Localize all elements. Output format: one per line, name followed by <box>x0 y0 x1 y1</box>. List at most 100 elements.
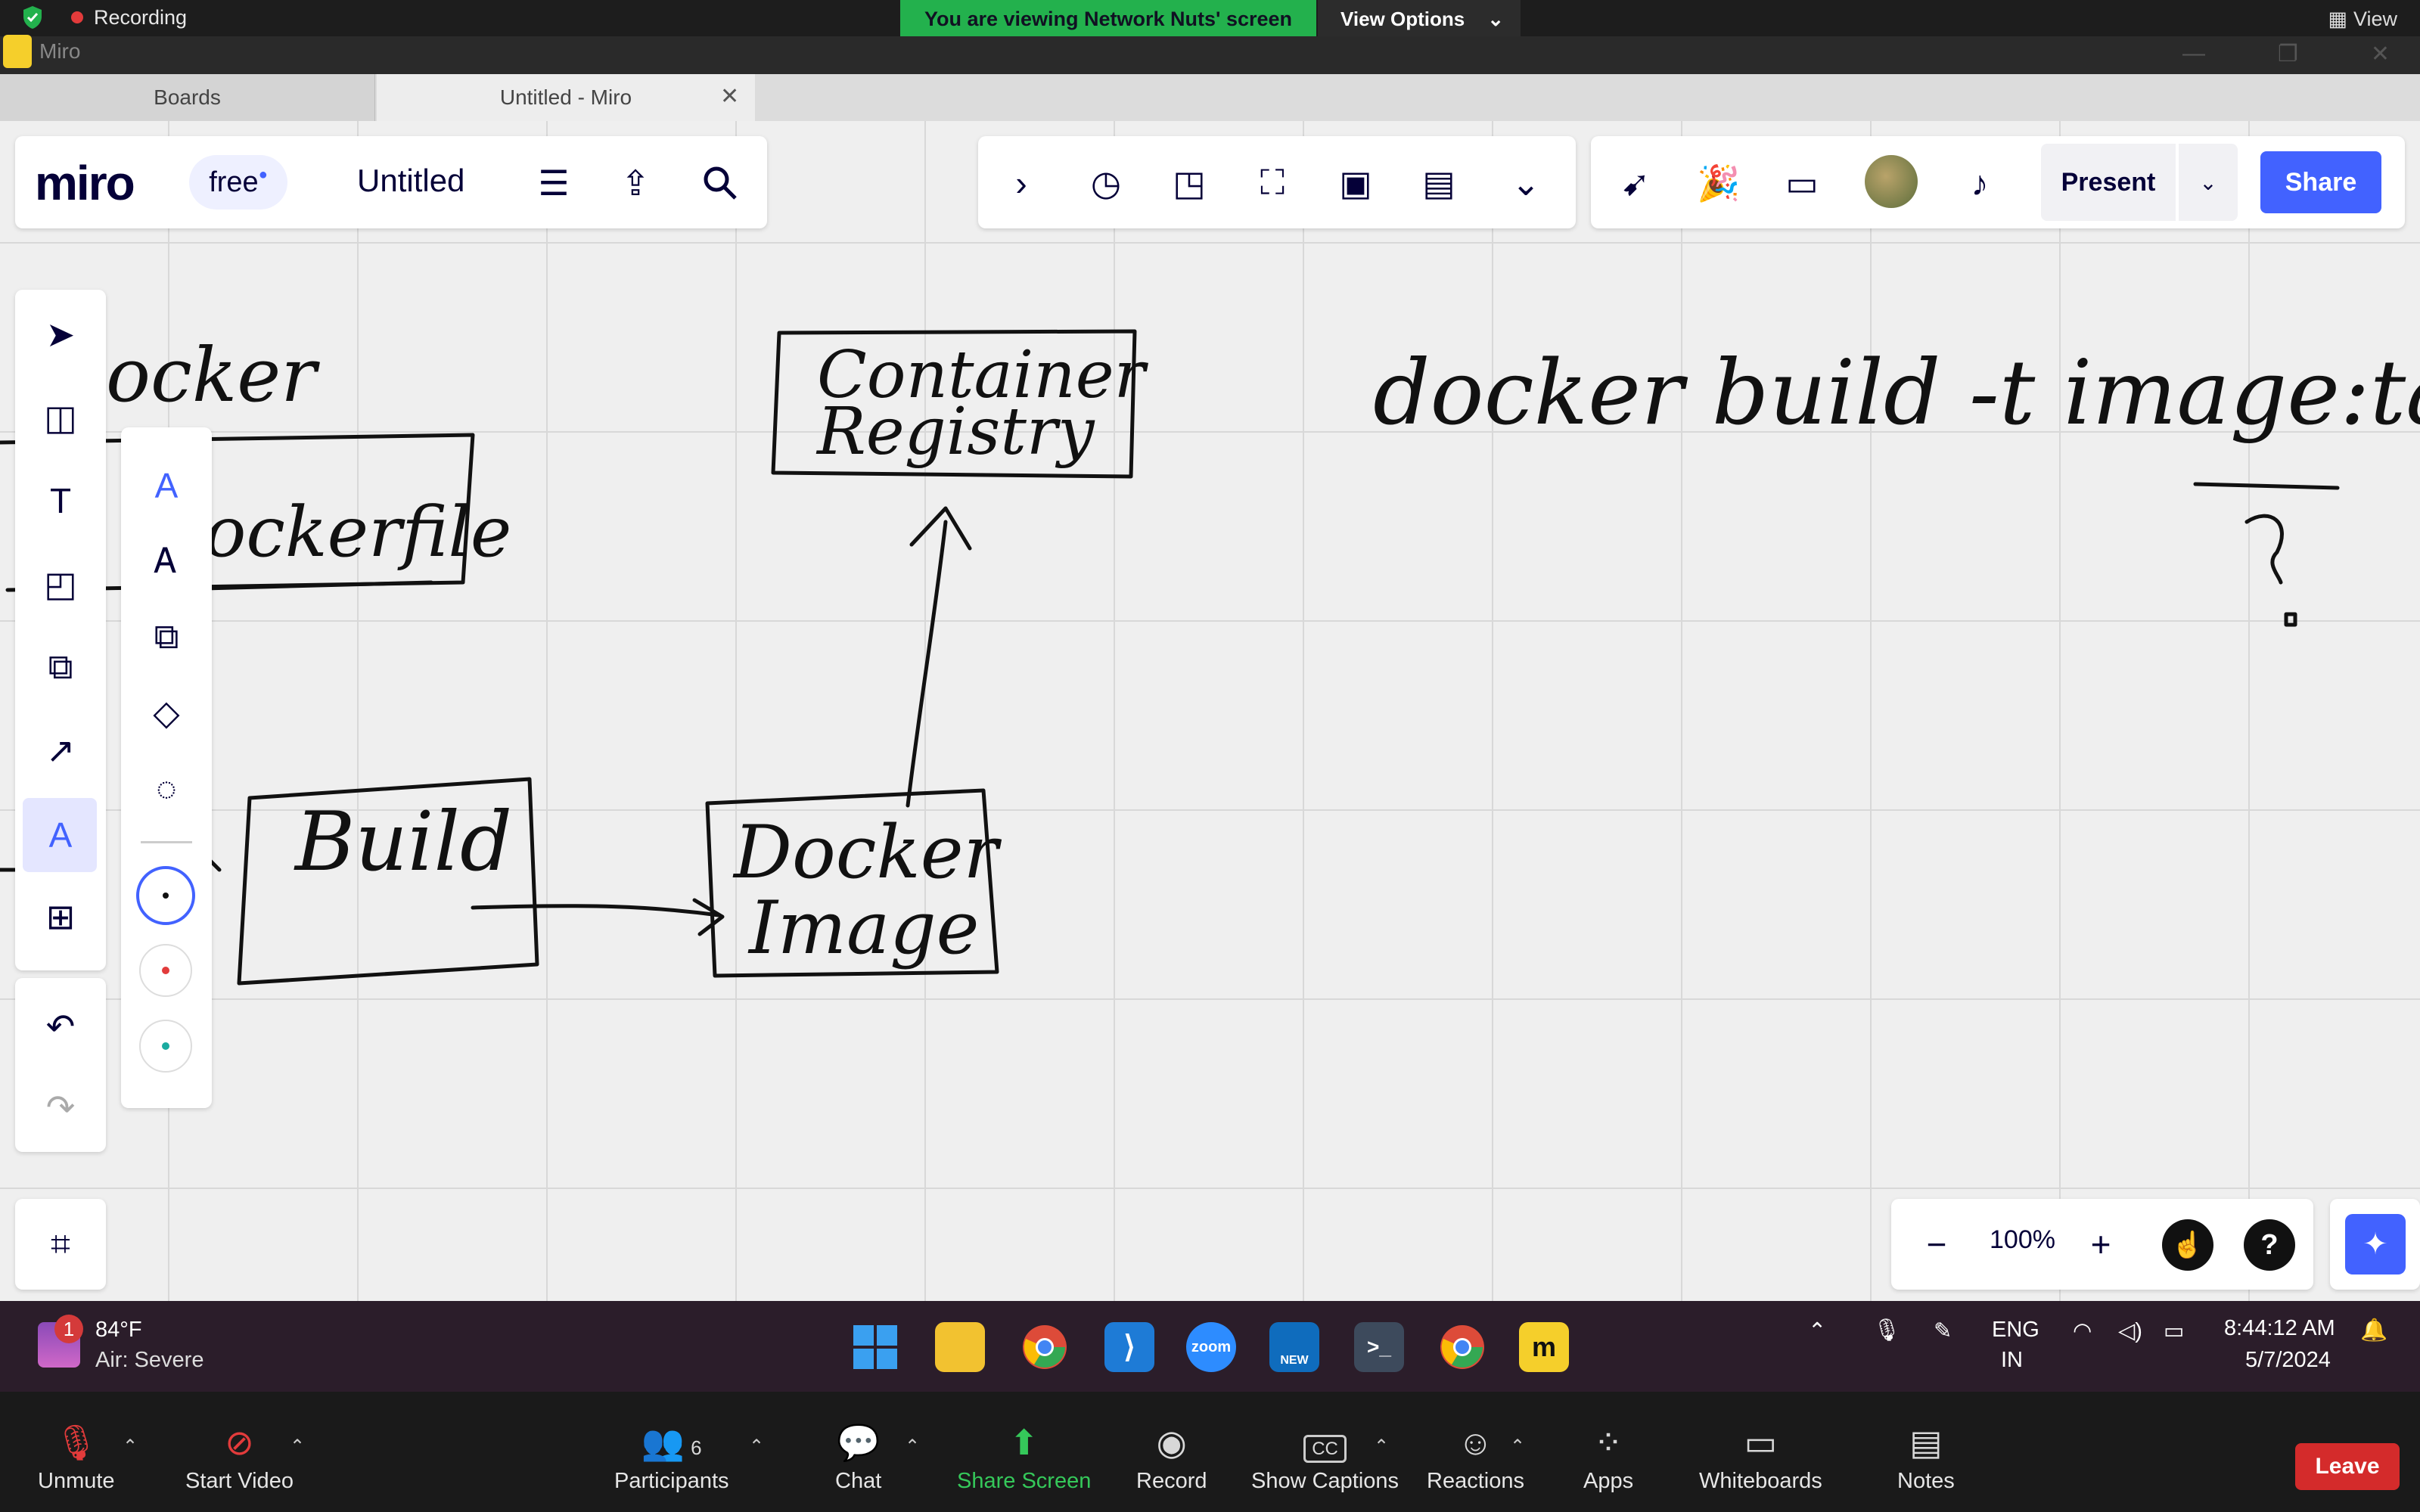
shapes-icon[interactable]: ⧉ <box>36 643 85 691</box>
share-screen-label: Share Screen <box>957 1469 1092 1493</box>
miro-taskbar-icon[interactable]: m <box>1519 1322 1569 1372</box>
share-button[interactable]: Share <box>2260 151 2381 213</box>
air-quality[interactable]: Air: Severe <box>95 1348 203 1373</box>
undo-icon[interactable]: ↶ <box>36 1002 85 1051</box>
board-title[interactable]: Untitled <box>357 163 464 199</box>
participants-icon: 👥 6 <box>641 1423 702 1462</box>
microphone-icon[interactable]: 🎙 <box>1873 1318 1901 1343</box>
participants-count: 6 <box>691 1436 702 1459</box>
color-swatch-black[interactable] <box>136 866 195 925</box>
eraser-icon[interactable]: ◇ <box>142 688 191 737</box>
file-explorer-icon[interactable] <box>935 1322 985 1372</box>
wifi-icon[interactable]: ◠ <box>2073 1318 2092 1344</box>
more-chevron-icon[interactable]: ⌄ <box>1502 159 1550 207</box>
captions-caret-icon[interactable]: ⌃ <box>1374 1436 1389 1458</box>
export-icon[interactable]: ⇪ <box>611 159 660 207</box>
ai-sparkle-icon[interactable]: ✦ <box>2345 1214 2406 1274</box>
participants-button[interactable]: 👥 6 Participants <box>614 1422 729 1494</box>
battery-icon[interactable]: ▭ <box>2164 1318 2184 1344</box>
lasso-icon[interactable]: ◌ <box>142 764 191 812</box>
chrome-icon[interactable] <box>1020 1322 1070 1372</box>
color-swatch-teal[interactable] <box>139 1020 192 1073</box>
microphone-muted-icon: 🎙 <box>54 1423 98 1462</box>
whiteboards-button[interactable]: ▭ Whiteboards <box>1699 1422 1822 1494</box>
bell-icon[interactable]: ♪ <box>1956 159 2004 207</box>
chat-button[interactable]: 💬 Chat <box>835 1422 881 1494</box>
windows-start-icon[interactable] <box>850 1322 900 1372</box>
notes-button[interactable]: ▤ Notes <box>1897 1422 1955 1494</box>
reactions-button[interactable]: ☺ Reactions <box>1427 1422 1524 1494</box>
expand-chevron-icon[interactable]: › <box>997 159 1045 207</box>
countdown-icon[interactable]: ▣ <box>1331 159 1380 207</box>
video-options-caret-icon[interactable]: ⌃ <box>290 1436 305 1458</box>
select-arrow-icon[interactable]: ➤ <box>36 310 85 359</box>
participants-label: Participants <box>614 1469 729 1493</box>
notes-label: Notes <box>1897 1469 1955 1493</box>
leave-button[interactable]: Leave <box>2295 1443 2400 1490</box>
temperature[interactable]: 84°F <box>95 1318 142 1343</box>
hw-command: docker build -t image:tag . <box>1373 340 2420 445</box>
show-captions-button[interactable]: CC Show Captions <box>1251 1422 1399 1494</box>
search-icon[interactable] <box>696 159 744 207</box>
avatar[interactable] <box>1865 155 1918 208</box>
tray-overflow-icon[interactable]: ⌃ <box>1808 1318 1826 1344</box>
zoom-in-button[interactable]: + <box>2077 1220 2125 1268</box>
clock-date[interactable]: 5/7/2024 <box>2245 1348 2331 1373</box>
chat-caret-icon[interactable]: ⌃ <box>905 1436 920 1458</box>
timer-icon[interactable]: ◷ <box>1082 159 1130 207</box>
divider <box>141 841 192 843</box>
pen-tool-icon[interactable]: Α <box>36 811 85 859</box>
templates-icon[interactable]: ◫ <box>36 393 85 442</box>
text-tool-icon[interactable]: T <box>36 477 85 525</box>
apps-button[interactable]: ⁘ Apps <box>1583 1422 1633 1494</box>
zoom-app-icon[interactable]: zoom <box>1186 1322 1236 1372</box>
volume-icon[interactable]: ◁) <box>2118 1318 2142 1344</box>
sticky-note-icon[interactable]: ◰ <box>36 560 85 608</box>
unmute-button[interactable]: 🎙 Unmute <box>38 1422 115 1494</box>
plan-badge-label: free <box>209 166 259 198</box>
present-button[interactable]: Present <box>2041 144 2176 221</box>
notes-icon[interactable]: ▤ <box>1415 159 1463 207</box>
notification-bell-icon[interactable]: 🔔 <box>2360 1318 2387 1343</box>
language-region[interactable]: IN <box>2001 1348 2023 1373</box>
hamburger-menu-icon[interactable]: ☰ <box>530 159 578 207</box>
reactions-confetti-icon[interactable]: 🎉 <box>1695 159 1743 207</box>
arrow-head-up-icon <box>909 506 972 551</box>
audio-options-caret-icon[interactable]: ⌃ <box>123 1436 138 1458</box>
miro-logo[interactable]: miro <box>35 155 135 211</box>
pen-tray-icon[interactable]: ✎ <box>1934 1318 1952 1344</box>
start-video-button[interactable]: ⊘ Start Video <box>185 1422 294 1494</box>
outlook-icon[interactable]: NEW <box>1269 1322 1319 1372</box>
share-screen-icon: ⬆ <box>1009 1423 1039 1462</box>
clock-time[interactable]: 8:44:12 AM <box>2224 1316 2335 1341</box>
help-button[interactable]: ? <box>2244 1219 2295 1271</box>
comment-icon[interactable]: ▭ <box>1778 159 1826 207</box>
record-button[interactable]: ◉ Record <box>1136 1422 1207 1494</box>
zoom-out-button[interactable]: − <box>1912 1220 1961 1268</box>
captions-badge: CC <box>1303 1435 1347 1463</box>
share-screen-button[interactable]: ⬆ Share Screen <box>957 1422 1091 1494</box>
hand-pointer-icon[interactable]: ☝ <box>2162 1219 2213 1271</box>
add-more-icon[interactable]: ⊞ <box>36 893 85 941</box>
smart-draw-icon[interactable]: ⧉ <box>142 613 191 661</box>
voting-icon[interactable]: ◳ <box>1165 159 1213 207</box>
participants-caret-icon[interactable]: ⌃ <box>749 1436 764 1458</box>
vscode-icon[interactable]: ⟩ <box>1104 1322 1154 1372</box>
chat-label: Chat <box>835 1469 882 1493</box>
frames-icon[interactable]: ⌗ <box>36 1220 85 1268</box>
chrome-profile-icon[interactable] <box>1437 1322 1487 1372</box>
terminal-icon[interactable]: >_ <box>1354 1322 1404 1372</box>
apps-label: Apps <box>1583 1469 1634 1493</box>
highlighter-icon[interactable]: Ꭺ <box>142 537 191 585</box>
present-dropdown-icon[interactable]: ⌄ <box>2179 144 2238 221</box>
reactions-caret-icon[interactable]: ⌃ <box>1510 1436 1525 1458</box>
redo-icon[interactable]: ↷ <box>36 1083 85 1132</box>
focus-frame-icon[interactable]: ⛶ <box>1248 159 1297 207</box>
cursor-pointer-icon[interactable]: ➹ <box>1611 159 1660 207</box>
pen-icon[interactable]: Α <box>142 461 191 510</box>
color-swatch-red[interactable] <box>139 944 192 997</box>
zoom-level[interactable]: 100% <box>1990 1225 2055 1255</box>
language-indicator[interactable]: ENG <box>1992 1318 2039 1343</box>
connection-line-icon[interactable]: ↗ <box>36 726 85 775</box>
free-plan-badge[interactable]: free ● <box>189 155 287 210</box>
